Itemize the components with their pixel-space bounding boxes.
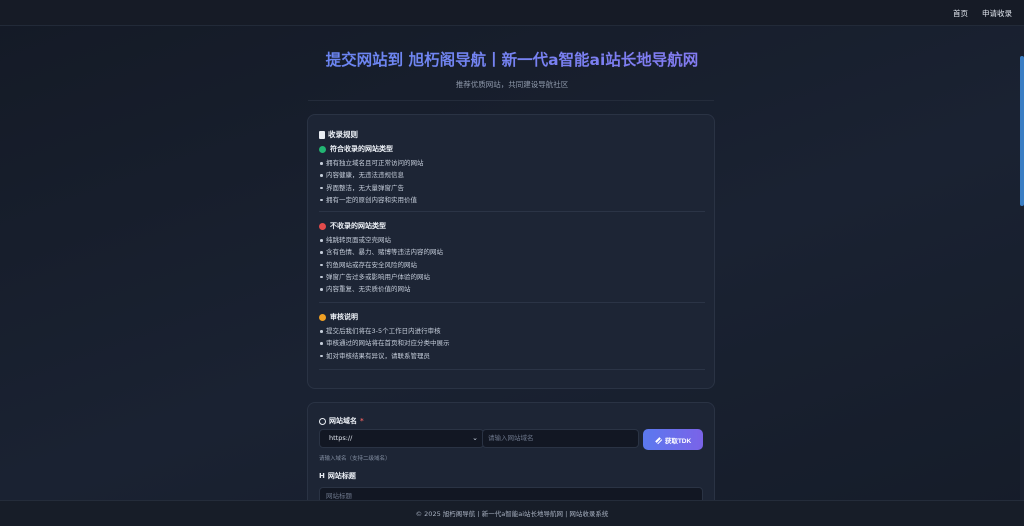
fetch-tdk-button[interactable]: 获取TDK [643,429,703,450]
list-item: 含有色情、暴力、赌博等违法内容的网站 [319,246,705,258]
list-item: 内容健康，无违法违规信息 [319,169,705,181]
nav-apply-link[interactable]: 申请收录 [982,8,1012,19]
main-content: 提交网站到 旭朽阁导航丨新一代a智能ai站长地导航网 推荐优质网站，共同建设导航… [0,26,1020,500]
list-item: 如对审核结果有异议，请联系管理员 [319,350,705,362]
domain-hint: 请输入域名（支持二级域名） [319,456,391,462]
accept-list: 拥有独立域名且可正常访问的网站 内容健康，无违法违规信息 界面整洁，无大量弹窗广… [319,157,705,206]
protocol-select[interactable]: https:// ⌄ [319,429,484,448]
reject-section: 不收录的网站类型 纯跳转页面或空壳网站 含有色情、暴力、赌博等违法内容的网站 钓… [319,220,705,295]
check-circle-icon [319,145,326,153]
list-item: 钓鱼网站或存在安全风险的网站 [319,259,705,271]
list-item: 纯跳转页面或空壳网站 [319,234,705,246]
review-section-title: 审核说明 [319,311,705,323]
section-divider [319,369,705,370]
protocol-selected-value: https:// [329,434,353,442]
pen-icon [653,435,663,444]
domain-label-text: 网站域名 [329,417,357,425]
title-input[interactable]: 网站标题 [319,487,703,500]
top-navbar: 首页 申请收录 [0,0,1024,26]
rules-heading: 收录规则 [319,129,358,140]
list-item: 内容重复、无实质价值的网站 [319,283,705,295]
accept-section: 符合收录的网站类型 拥有独立域名且可正常访问的网站 内容健康，无违法违规信息 界… [319,143,705,206]
warning-circle-icon [319,313,326,321]
document-icon [319,130,325,139]
title-field-label: H 网站标题 [319,471,356,481]
accept-section-title: 符合收录的网站类型 [319,143,705,155]
footer-text: © 2025 旭朽阁导航丨新一代a智能ai站长地导航网 | 网站收录系统 [415,510,609,518]
rules-heading-label: 收录规则 [328,130,358,139]
domain-field-label: 网站域名 * [319,416,364,426]
list-item: 弹窗广告过多或影响用户体验的网站 [319,271,705,283]
x-circle-icon [319,222,326,230]
review-title-label: 审核说明 [330,313,358,321]
list-item: 拥有独立域名且可正常访问的网站 [319,157,705,169]
review-section: 审核说明 提交后我们将在3-5个工作日内进行审核 审核通过的网站将在首页和对应分… [319,311,705,362]
fetch-tdk-label: 获取TDK [664,437,692,445]
accept-title-label: 符合收录的网站类型 [330,145,393,153]
hero-divider [308,100,714,101]
page-title: 提交网站到 旭朽阁导航丨新一代a智能ai站长地导航网 [0,48,1020,70]
submit-form-card: 网站域名 * https:// ⌄ 请输入网站域名 获取TDK 请输入域名（支持… [307,402,715,500]
globe-icon [319,417,326,425]
rules-card: 收录规则 符合收录的网站类型 拥有独立域名且可正常访问的网站 内容健康，无违法违… [307,114,715,389]
list-item: 提交后我们将在3-5个工作日内进行审核 [319,325,705,337]
required-mark: * [360,417,364,425]
list-item: 审核通过的网站将在首页和对应分类中展示 [319,337,705,349]
list-item: 界面整洁，无大量弹窗广告 [319,182,705,194]
title-label-text: 网站标题 [327,472,356,480]
chevron-down-icon: ⌄ [472,434,478,442]
reject-section-title: 不收录的网站类型 [319,220,705,232]
reject-title-label: 不收录的网站类型 [330,222,386,230]
footer: © 2025 旭朽阁导航丨新一代a智能ai站长地导航网 | 网站收录系统 [0,500,1024,526]
top-nav-links: 首页 申请收录 [953,0,1012,26]
domain-input[interactable]: 请输入网站域名 [482,429,639,448]
section-divider [319,302,705,303]
list-item: 拥有一定的原创内容和实用价值 [319,194,705,206]
review-list: 提交后我们将在3-5个工作日内进行审核 审核通过的网站将在首页和对应分类中展示 … [319,325,705,362]
reject-list: 纯跳转页面或空壳网站 含有色情、暴力、赌博等违法内容的网站 钓鱼网站或存在安全风… [319,234,705,295]
nav-home-link[interactable]: 首页 [953,8,968,19]
section-divider [319,211,705,212]
page-scrollbar[interactable] [1020,26,1024,500]
page-subtitle: 推荐优质网站，共同建设导航社区 [455,80,569,89]
heading-icon: H [319,472,325,480]
scrollbar-thumb[interactable] [1020,56,1024,206]
